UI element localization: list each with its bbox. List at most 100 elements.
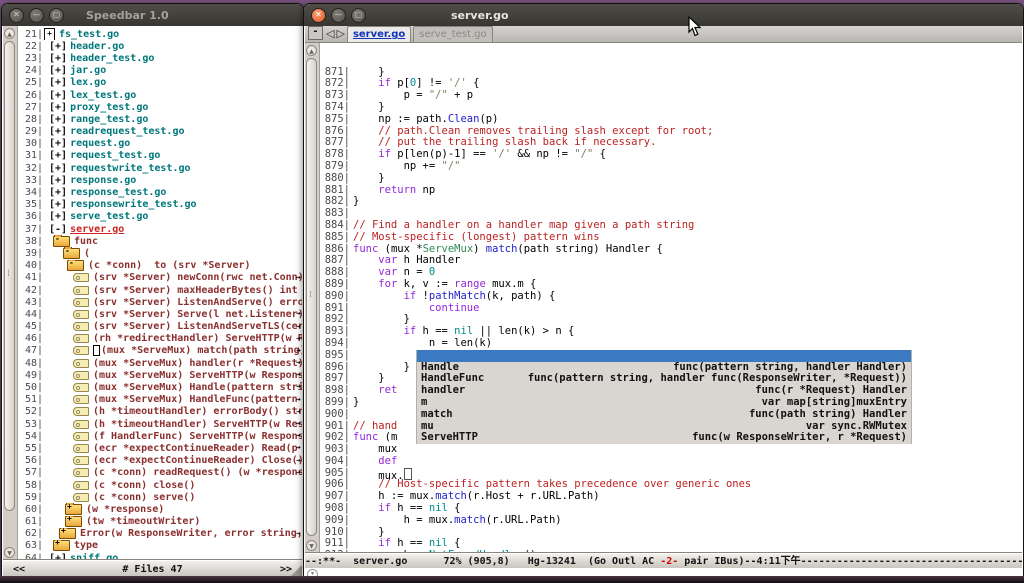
minimize-icon[interactable]: —	[331, 8, 346, 23]
tree-item[interactable]: 46|(rh *redirectHandler) ServeHTTP(w Res…	[18, 333, 302, 345]
expand-box-icon[interactable]: [+]	[43, 150, 67, 161]
tag-icon[interactable]	[73, 310, 89, 319]
close-icon[interactable]: ✕	[311, 8, 326, 23]
tree-item[interactable]: 64| [+]sniff.go	[18, 552, 302, 560]
expand-box-icon[interactable]: [+]	[43, 53, 67, 64]
tab-forward-icon[interactable]: ▷	[336, 27, 344, 40]
tag-icon[interactable]	[73, 468, 89, 477]
tree-item[interactable]: 50|(mux *ServeMux) Handle(pattern string…	[18, 381, 302, 393]
tag-icon[interactable]	[73, 493, 89, 502]
tree-item[interactable]: 48|(mux *ServeMux) handler(r *Request) H…	[18, 357, 302, 369]
expand-box-icon[interactable]: [+]	[43, 553, 67, 560]
file-expand-icon[interactable]: +	[44, 28, 55, 40]
tree-item[interactable]: 25| [+]lex.go	[18, 77, 302, 89]
tree-item-label[interactable]: func	[74, 236, 98, 247]
tag-icon[interactable]	[73, 444, 89, 453]
code-line[interactable]: 891| continue	[320, 303, 1022, 315]
tree-item-label[interactable]: (ecr *expectContinueReader) Read(p []	[93, 443, 302, 454]
tree-item[interactable]: 42|(srv *Server) maxHeaderBytes() int	[18, 284, 302, 296]
tag-icon[interactable]	[73, 407, 89, 416]
expand-box-icon[interactable]: [+]	[43, 138, 67, 149]
close-icon[interactable]: ✕	[9, 8, 24, 23]
expand-box-icon[interactable]: [+]	[43, 102, 67, 113]
tree-item-label[interactable]: jar.go	[70, 65, 106, 76]
tree-item[interactable]: 34| [+]response_test.go	[18, 186, 302, 198]
tree-item-label[interactable]: range_test.go	[70, 114, 148, 125]
completion-item[interactable]: Handlefunc(pattern string, handler Handl…	[417, 362, 911, 374]
expand-box-icon[interactable]: [+]	[43, 187, 67, 198]
tree-item-label[interactable]: (mux *ServeMux) ServeHTTP(w ResponseW	[93, 370, 302, 381]
tree-item[interactable]: 22| [+]header.go	[18, 40, 302, 52]
tree-item-label[interactable]: (srv *Server) ListenAndServe() error	[93, 297, 302, 308]
tree-item-label[interactable]: Error(w ResponseWriter, error string, c	[80, 528, 302, 539]
tree-item-label[interactable]: (srv *Server) newConn(rwc net.Conn) (	[93, 272, 302, 283]
completion-item[interactable]: muvar sync.RWMutex	[417, 421, 911, 433]
tag-icon[interactable]	[73, 371, 89, 380]
tree-item-label[interactable]: type	[74, 540, 98, 551]
folder-closed-icon[interactable]: +	[65, 504, 82, 515]
tab-serve-test-go[interactable]: serve_test.go	[413, 26, 492, 42]
tree-item-label[interactable]: response.go	[70, 175, 136, 186]
tree-item[interactable]: 63|+type	[18, 540, 302, 552]
tag-icon[interactable]	[73, 456, 89, 465]
expand-box-icon[interactable]: [+]	[43, 163, 67, 174]
maximize-icon[interactable]: ▢	[49, 8, 64, 23]
tree-item-label[interactable]: (srv *Server) ListenAndServeTLS(certF	[93, 321, 302, 332]
tag-icon[interactable]	[73, 286, 89, 295]
tree-item[interactable]: 31| [+]request_test.go	[18, 150, 302, 162]
tree-item-label[interactable]: header_test.go	[70, 53, 154, 64]
folder-open-icon[interactable]: -	[53, 236, 70, 247]
tree-item[interactable]: 53|(h *timeoutHandler) ServeHTTP(w Respo…	[18, 418, 302, 430]
tag-icon[interactable]	[73, 334, 89, 343]
tree-item[interactable]: 55|(ecr *expectContinueReader) Read(p []…	[18, 442, 302, 454]
tree-item-label[interactable]: (ecr *expectContinueReader) Close() e	[93, 455, 302, 466]
code-line[interactable]: 882|}	[320, 196, 1022, 208]
tree-item-label[interactable]: (h *timeoutHandler) ServeHTTP(w Respo	[93, 419, 302, 430]
collapse-box-icon[interactable]: [-]	[43, 224, 67, 235]
tree-item-label[interactable]: (rh *redirectHandler) ServeHTTP(w Res	[93, 333, 302, 344]
tree-item-label[interactable]: (srv *Server) maxHeaderBytes() int	[93, 285, 298, 296]
expand-box-icon[interactable]: [+]	[43, 211, 67, 222]
tree-item[interactable]: 36| [+]serve_test.go	[18, 211, 302, 223]
completion-item[interactable]: matchfunc(path string) Handler	[417, 409, 911, 421]
tree-item[interactable]: 29| [+]readrequest_test.go	[18, 126, 302, 138]
tree-item[interactable]: 41|(srv *Server) newConn(rwc net.Conn) (…	[18, 272, 302, 284]
tree-item[interactable]: 26| [+]lex_test.go	[18, 89, 302, 101]
tree-item-label[interactable]: (	[84, 248, 90, 259]
tree-item-label[interactable]: sniff.go	[70, 553, 118, 560]
tree-item-label[interactable]: (mux *ServeMux) match(path string) Ha	[101, 345, 302, 356]
tree-item-label[interactable]: request.go	[70, 138, 130, 149]
tree-item[interactable]: 24| [+]jar.go	[18, 65, 302, 77]
tree-item-label[interactable]: (w *response)	[86, 504, 164, 515]
expand-box-icon[interactable]: [+]	[43, 77, 67, 88]
tree-item-label[interactable]: response_test.go	[70, 187, 166, 198]
tree-item[interactable]: 28| [+]range_test.go	[18, 113, 302, 125]
speedbar-page-prev[interactable]: <<	[13, 564, 25, 575]
tag-icon[interactable]	[73, 420, 89, 429]
code-line[interactable]: 881| return np	[320, 185, 1022, 197]
tree-item-label[interactable]: (mux *ServeMux) Handle(pattern string	[93, 382, 302, 393]
tree-item[interactable]: 30| [+]request.go	[18, 138, 302, 150]
tag-icon[interactable]	[73, 395, 89, 404]
tree-item[interactable]: 59|(c *conn) serve()	[18, 491, 302, 503]
tag-icon[interactable]	[73, 383, 89, 392]
scroll-down-icon[interactable]: ▼	[306, 540, 317, 551]
expand-box-icon[interactable]: [+]	[43, 126, 67, 137]
tree-item[interactable]: 35| [+]responsewrite_test.go	[18, 199, 302, 211]
editor-scrollbar[interactable]: ▲ ▼	[305, 43, 320, 553]
folder-open-icon[interactable]: -	[63, 248, 80, 259]
tree-item-label[interactable]: (mux *ServeMux) handler(r *Request) H	[93, 358, 302, 369]
completion-item[interactable]: handlerfunc(r *Request) Handler	[417, 385, 911, 397]
tree-item-label[interactable]: (c *conn) readRequest() (w *response,	[93, 467, 302, 478]
tree-item[interactable]: 32| [+]requestwrite_test.go	[18, 162, 302, 174]
tree-item[interactable]: 58|(c *conn) close()	[18, 479, 302, 491]
tree-item-label[interactable]: readrequest_test.go	[70, 126, 184, 137]
minimize-icon[interactable]: —	[29, 8, 44, 23]
tree-item-label[interactable]: (c *conn) close()	[93, 480, 195, 491]
scrollbar-thumb[interactable]	[4, 41, 15, 511]
tree-item[interactable]: 61|+(tw *timeoutWriter)	[18, 516, 302, 528]
tabbar-minimize-button[interactable]: -	[308, 26, 323, 40]
tree-item-label[interactable]: proxy_test.go	[70, 102, 148, 113]
code-area[interactable]: 871| }872| if p[0] != '/' {873| p = "/" …	[320, 43, 1022, 553]
code-line[interactable]: 873| p = "/" + p	[320, 90, 1022, 102]
